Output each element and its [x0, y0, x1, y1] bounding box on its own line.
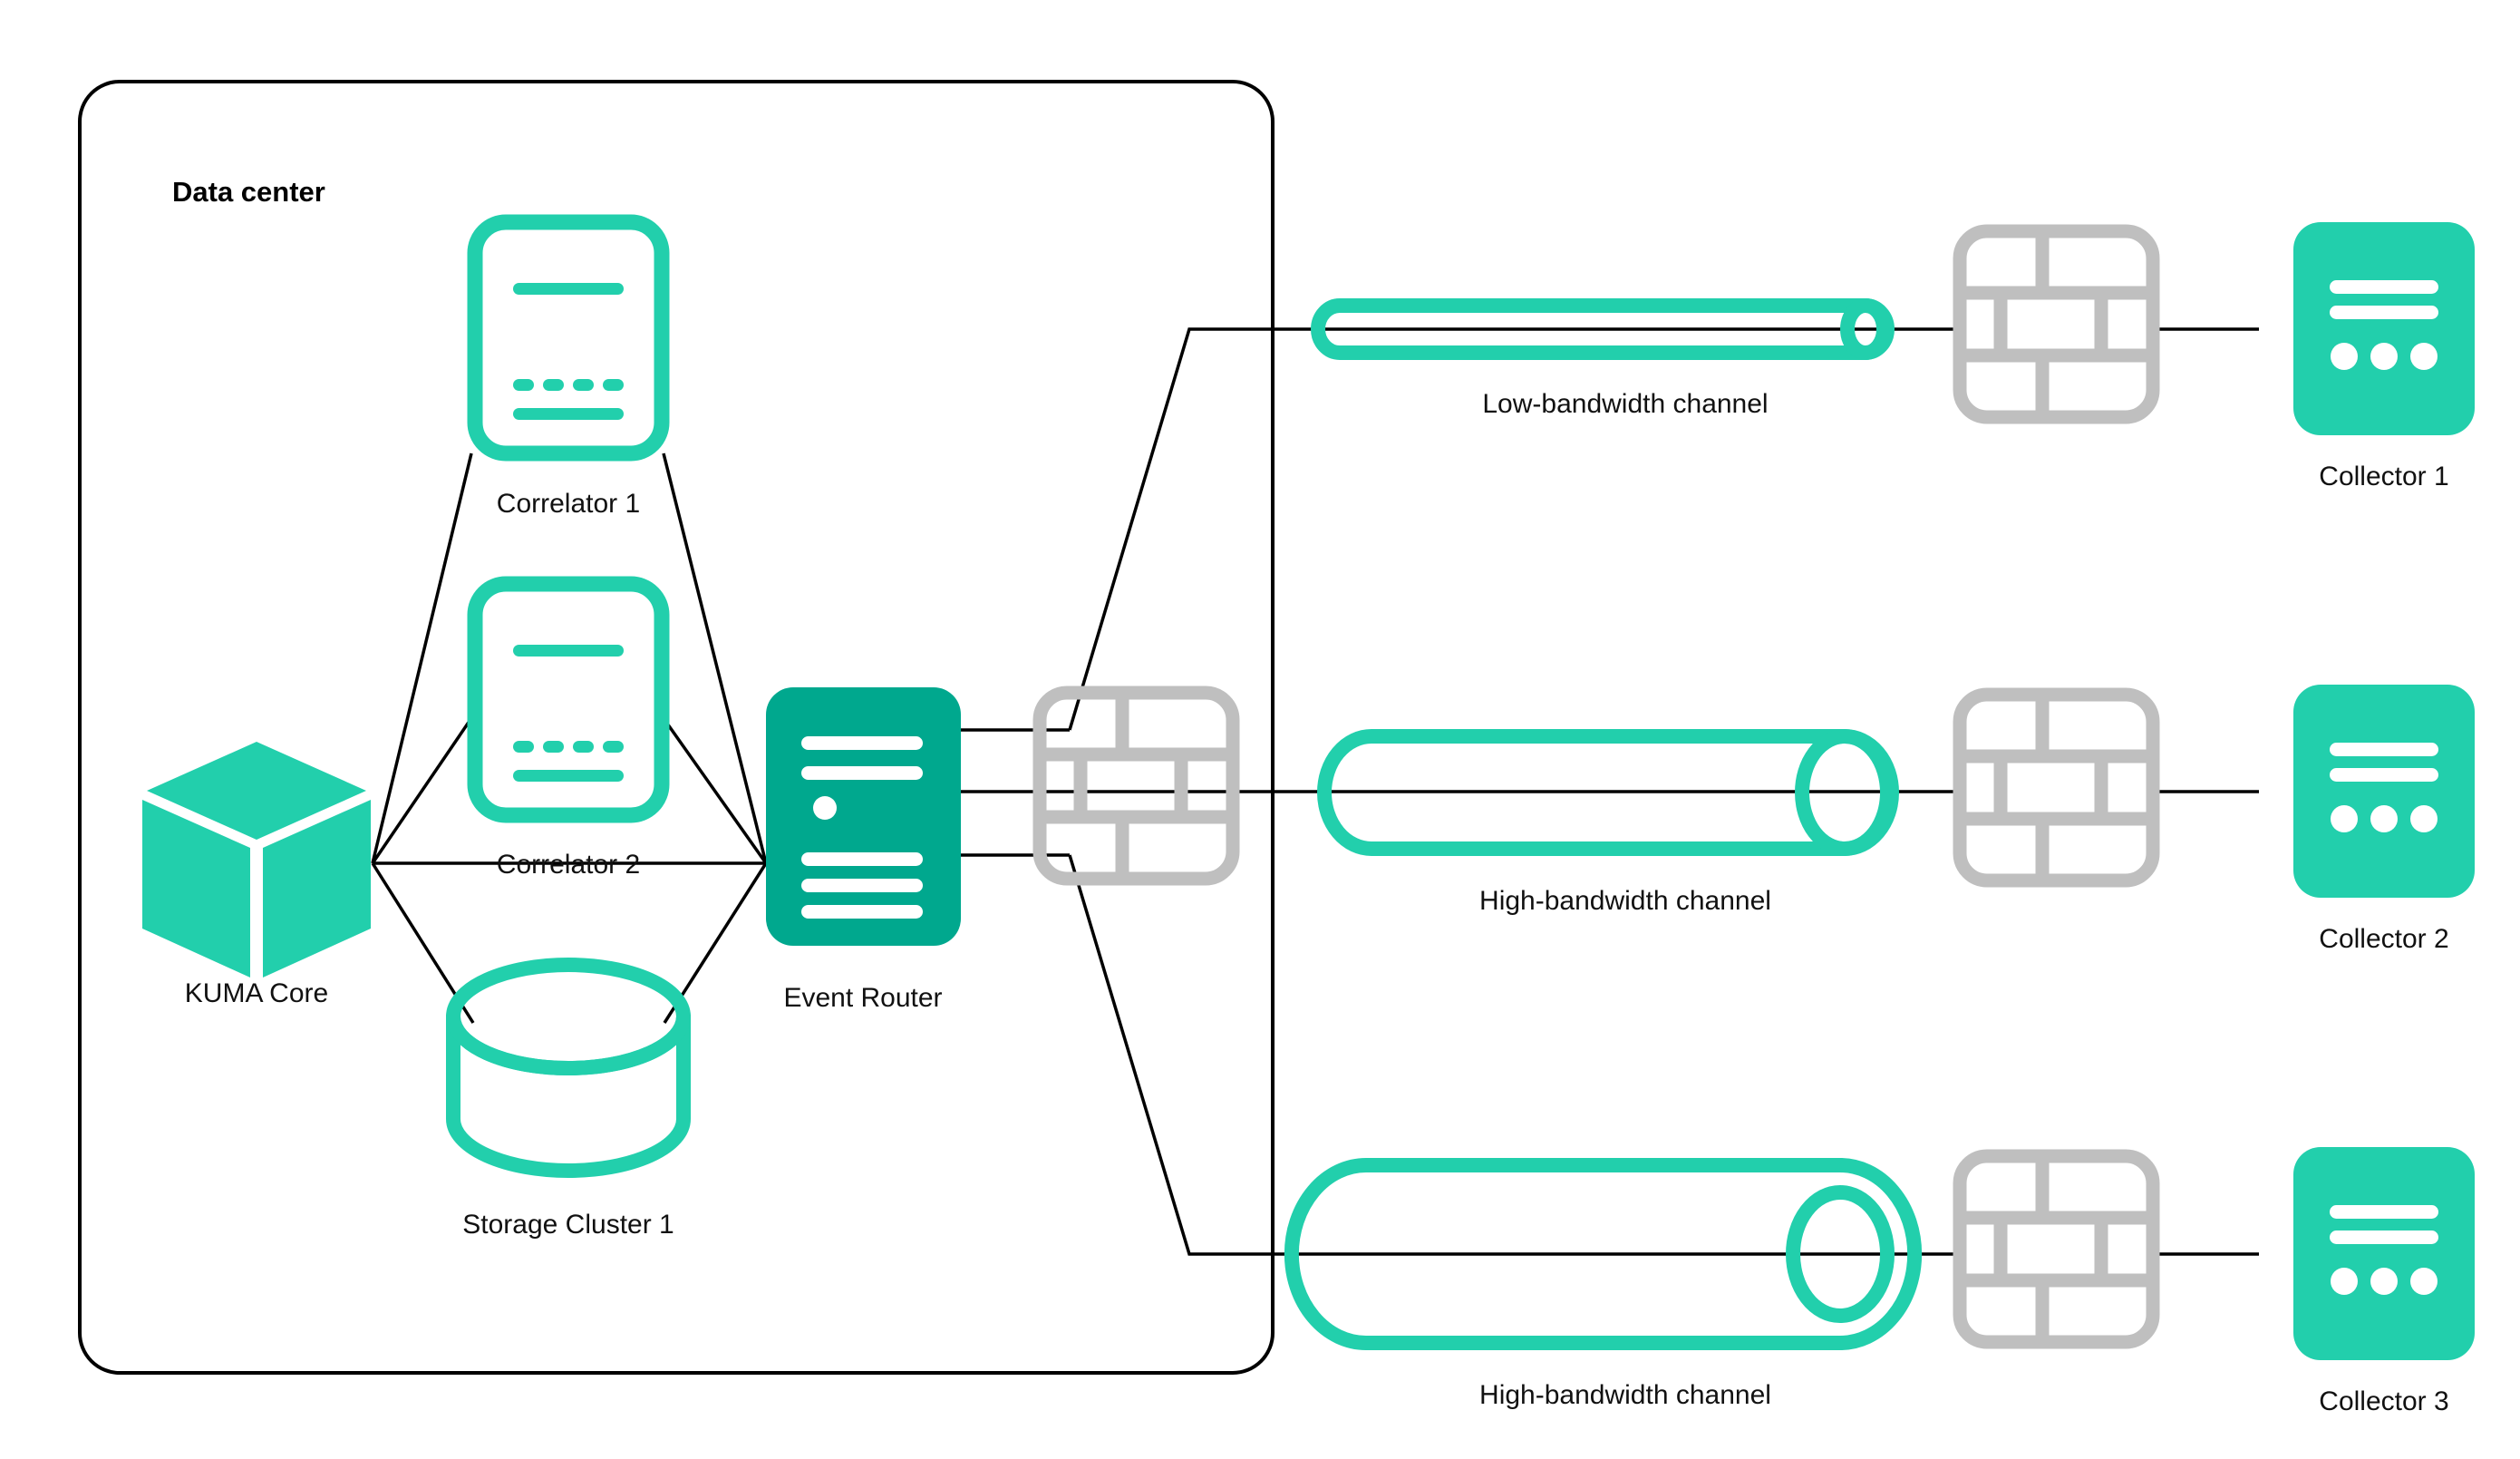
- storage-cluster-1-node[interactable]: Storage Cluster 1: [446, 958, 691, 1240]
- firewall-collector-links: [2148, 327, 2259, 1256]
- link-core-correlator2: [371, 720, 471, 864]
- collector-1-label: Collector 1: [2319, 462, 2448, 491]
- correlator-1-label: Correlator 1: [497, 489, 640, 519]
- firewall-brick-icon: [1953, 1149, 2160, 1349]
- link-core-correlator1: [371, 452, 473, 864]
- collector-3-node[interactable]: Collector 3: [2293, 1147, 2475, 1416]
- server-icon: [766, 687, 961, 946]
- correlator-2-node[interactable]: Correlator 2: [467, 576, 670, 880]
- firewall-inner[interactable]: [1032, 686, 1240, 886]
- cube-icon: [142, 742, 371, 978]
- channel-low-bandwidth[interactable]: Low-bandwidth channel: [1311, 298, 1895, 419]
- channel-low-bandwidth-label: Low-bandwidth channel: [1482, 389, 1768, 419]
- firewall-remote-3[interactable]: [1953, 1149, 2160, 1349]
- collector-2-node[interactable]: Collector 2: [2293, 685, 2475, 954]
- kuma-core-node[interactable]: KUMA Core: [142, 742, 371, 1008]
- storage-cluster-1-label: Storage Cluster 1: [462, 1210, 674, 1240]
- firewall-brick-icon: [1953, 224, 2160, 424]
- topology-diagram: Data center KUMA Core Correlator 1 Corre…: [78, 80, 2475, 1416]
- correlator-icon: [467, 576, 670, 823]
- channel-high-bandwidth-3-label: High-bandwidth channel: [1479, 1380, 1771, 1410]
- correlator-icon: [467, 214, 670, 462]
- collector-3-label: Collector 3: [2319, 1386, 2448, 1416]
- diagram-canvas: Data center KUMA Core Correlator 1 Corre…: [0, 0, 2520, 1459]
- collector-icon: [2293, 222, 2475, 435]
- correlator-2-label: Correlator 2: [497, 850, 640, 880]
- collector-1-node[interactable]: Collector 1: [2293, 222, 2475, 491]
- collector-icon: [2293, 685, 2475, 898]
- channel-high-bandwidth-2-label: High-bandwidth channel: [1479, 886, 1771, 916]
- link-router-correlator1: [662, 452, 768, 864]
- firewall-brick-icon: [1032, 686, 1240, 886]
- data-center-boundary: [78, 80, 1275, 1375]
- firewall-channel-links: [1068, 327, 1953, 1256]
- correlator-1-node[interactable]: Correlator 1: [467, 214, 670, 519]
- kuma-core-label: KUMA Core: [185, 978, 328, 1008]
- firewall-remote-1[interactable]: [1953, 224, 2160, 424]
- collector-icon: [2293, 1147, 2475, 1360]
- channel-high-bandwidth-3[interactable]: High-bandwidth channel: [1284, 1158, 1923, 1410]
- firewall-remote-2[interactable]: [1953, 687, 2160, 888]
- firewall-brick-icon: [1953, 687, 2160, 888]
- channel-high-bandwidth-2[interactable]: High-bandwidth channel: [1317, 729, 1899, 916]
- collector-2-label: Collector 2: [2319, 924, 2448, 954]
- event-router-node[interactable]: Event Router: [766, 687, 961, 1013]
- data-center-label: Data center: [172, 176, 325, 208]
- database-cylinder-icon: [446, 958, 691, 1178]
- link-router-correlator2: [664, 719, 768, 865]
- event-router-label: Event Router: [783, 983, 942, 1013]
